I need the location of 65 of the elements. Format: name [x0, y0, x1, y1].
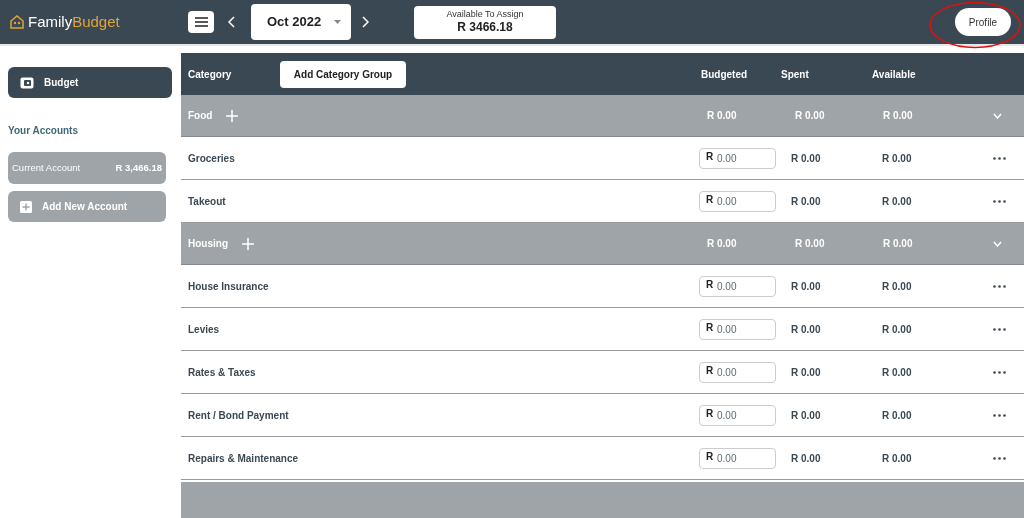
- spent-amount: R 0.00: [791, 365, 822, 380]
- group-spent: R 0.00: [795, 109, 826, 123]
- category-name: House Insurance: [188, 279, 269, 294]
- available-label: Available To Assign: [446, 8, 524, 21]
- chevron-left-icon[interactable]: [228, 16, 236, 28]
- more-icon[interactable]: [993, 456, 1006, 460]
- available-amount: R 0.00: [882, 365, 913, 380]
- currency-prefix: R: [706, 151, 714, 162]
- category-name: Repairs & Maintenance: [188, 451, 299, 466]
- chevron-right-icon[interactable]: [361, 16, 369, 28]
- spent-amount: R 0.00: [791, 151, 822, 166]
- currency-prefix: R: [706, 408, 714, 419]
- column-header: Budgeted: [701, 67, 749, 82]
- more-icon[interactable]: [993, 370, 1006, 374]
- column-header: Category: [188, 67, 233, 82]
- caret-icon: [334, 20, 341, 24]
- sidebar-nav-item[interactable]: Budget: [8, 67, 172, 98]
- spent-amount: R 0.00: [791, 322, 822, 337]
- available-amount: R 0.00: [882, 151, 913, 166]
- account-balance: R 3,466.18: [115, 160, 162, 175]
- currency-prefix: R: [706, 322, 714, 333]
- menu-button[interactable]: [188, 11, 214, 33]
- column-header: Spent: [781, 67, 810, 82]
- add-category-group-button[interactable]: Add Category Group: [280, 60, 406, 88]
- more-icon[interactable]: [993, 199, 1006, 203]
- group-budgeted: R 0.00: [707, 237, 738, 251]
- group-name: Housing: [188, 237, 228, 251]
- currency-prefix: R: [706, 194, 714, 205]
- group-name: Food: [188, 109, 213, 123]
- group-spent: R 0.00: [795, 237, 826, 251]
- available-amount: R 0.00: [882, 322, 913, 337]
- spent-amount: R 0.00: [791, 451, 822, 466]
- more-icon[interactable]: [993, 156, 1006, 160]
- wallet-icon: [20, 76, 34, 89]
- account-name: Current Account: [12, 160, 81, 175]
- category-name: Takeout: [188, 194, 226, 209]
- more-icon[interactable]: [993, 413, 1006, 417]
- available-value: R 3466.18: [457, 20, 513, 36]
- more-icon[interactable]: [993, 327, 1006, 331]
- month-dropdown[interactable]: Oct 2022: [251, 4, 351, 40]
- group-budgeted: R 0.00: [707, 109, 738, 123]
- category-name: Levies: [188, 322, 220, 337]
- app-logo-text: FamilyBudget: [28, 11, 120, 32]
- available-amount: R 0.00: [882, 279, 913, 294]
- profile-button[interactable]: Profile: [955, 8, 1011, 36]
- currency-prefix: R: [706, 279, 714, 290]
- group-available: R 0.00: [883, 109, 914, 123]
- available-amount: R 0.00: [882, 451, 913, 466]
- house-logo-icon: [9, 14, 25, 30]
- category-name: Rent / Bond Payment: [188, 408, 289, 423]
- category-name: Groceries: [188, 151, 235, 166]
- category-name: Rates & Taxes: [188, 365, 256, 380]
- currency-prefix: R: [706, 365, 714, 376]
- currency-prefix: R: [706, 451, 714, 462]
- accounts-heading: Your Accounts: [8, 124, 79, 138]
- group-available: R 0.00: [883, 237, 914, 251]
- available-amount: R 0.00: [882, 194, 913, 209]
- more-icon[interactable]: [993, 284, 1006, 288]
- spent-amount: R 0.00: [791, 408, 822, 423]
- plus-icon: [20, 200, 32, 213]
- menu-icon: [194, 17, 208, 27]
- spent-amount: R 0.00: [791, 279, 822, 294]
- column-header: Available: [872, 67, 916, 82]
- available-amount: R 0.00: [882, 408, 913, 423]
- spent-amount: R 0.00: [791, 194, 822, 209]
